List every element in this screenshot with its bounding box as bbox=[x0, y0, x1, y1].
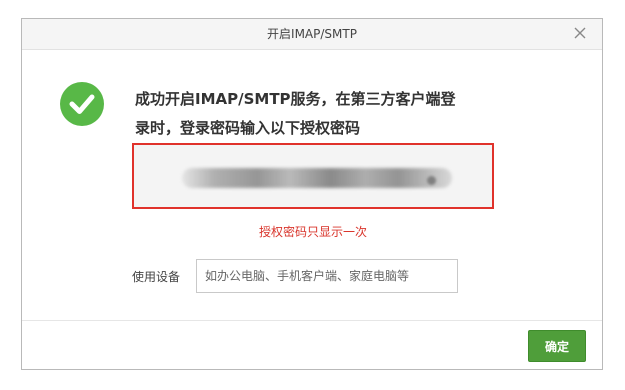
device-label: 使用设备 bbox=[132, 270, 181, 284]
success-message-line-1: 成功开启IMAP/SMTP服务，在第三方客户端登 bbox=[135, 90, 456, 108]
dialog-titlebar: 开启IMAP/SMTP bbox=[22, 19, 602, 50]
blurred-auth-code-end bbox=[427, 176, 436, 185]
device-input[interactable] bbox=[196, 259, 458, 293]
confirm-button[interactable]: 确定 bbox=[528, 330, 586, 362]
auth-code-box bbox=[132, 143, 494, 209]
success-message: 成功开启IMAP/SMTP服务，在第三方客户端登 录时，登录密码输入以下授权密码 bbox=[135, 85, 505, 143]
dialog-title: 开启IMAP/SMTP bbox=[267, 27, 357, 41]
auth-code-hint: 授权密码只显示一次 bbox=[258, 225, 367, 239]
success-message-line-2: 录时，登录密码输入以下授权密码 bbox=[135, 119, 361, 137]
blurred-auth-code bbox=[182, 168, 452, 188]
close-icon[interactable] bbox=[572, 25, 588, 41]
footer-divider bbox=[22, 320, 602, 321]
check-circle-icon bbox=[60, 82, 104, 126]
imap-smtp-dialog: 开启IMAP/SMTP 成功开启IMAP/SMTP服务，在第三方客户端登 录时，… bbox=[21, 18, 603, 370]
